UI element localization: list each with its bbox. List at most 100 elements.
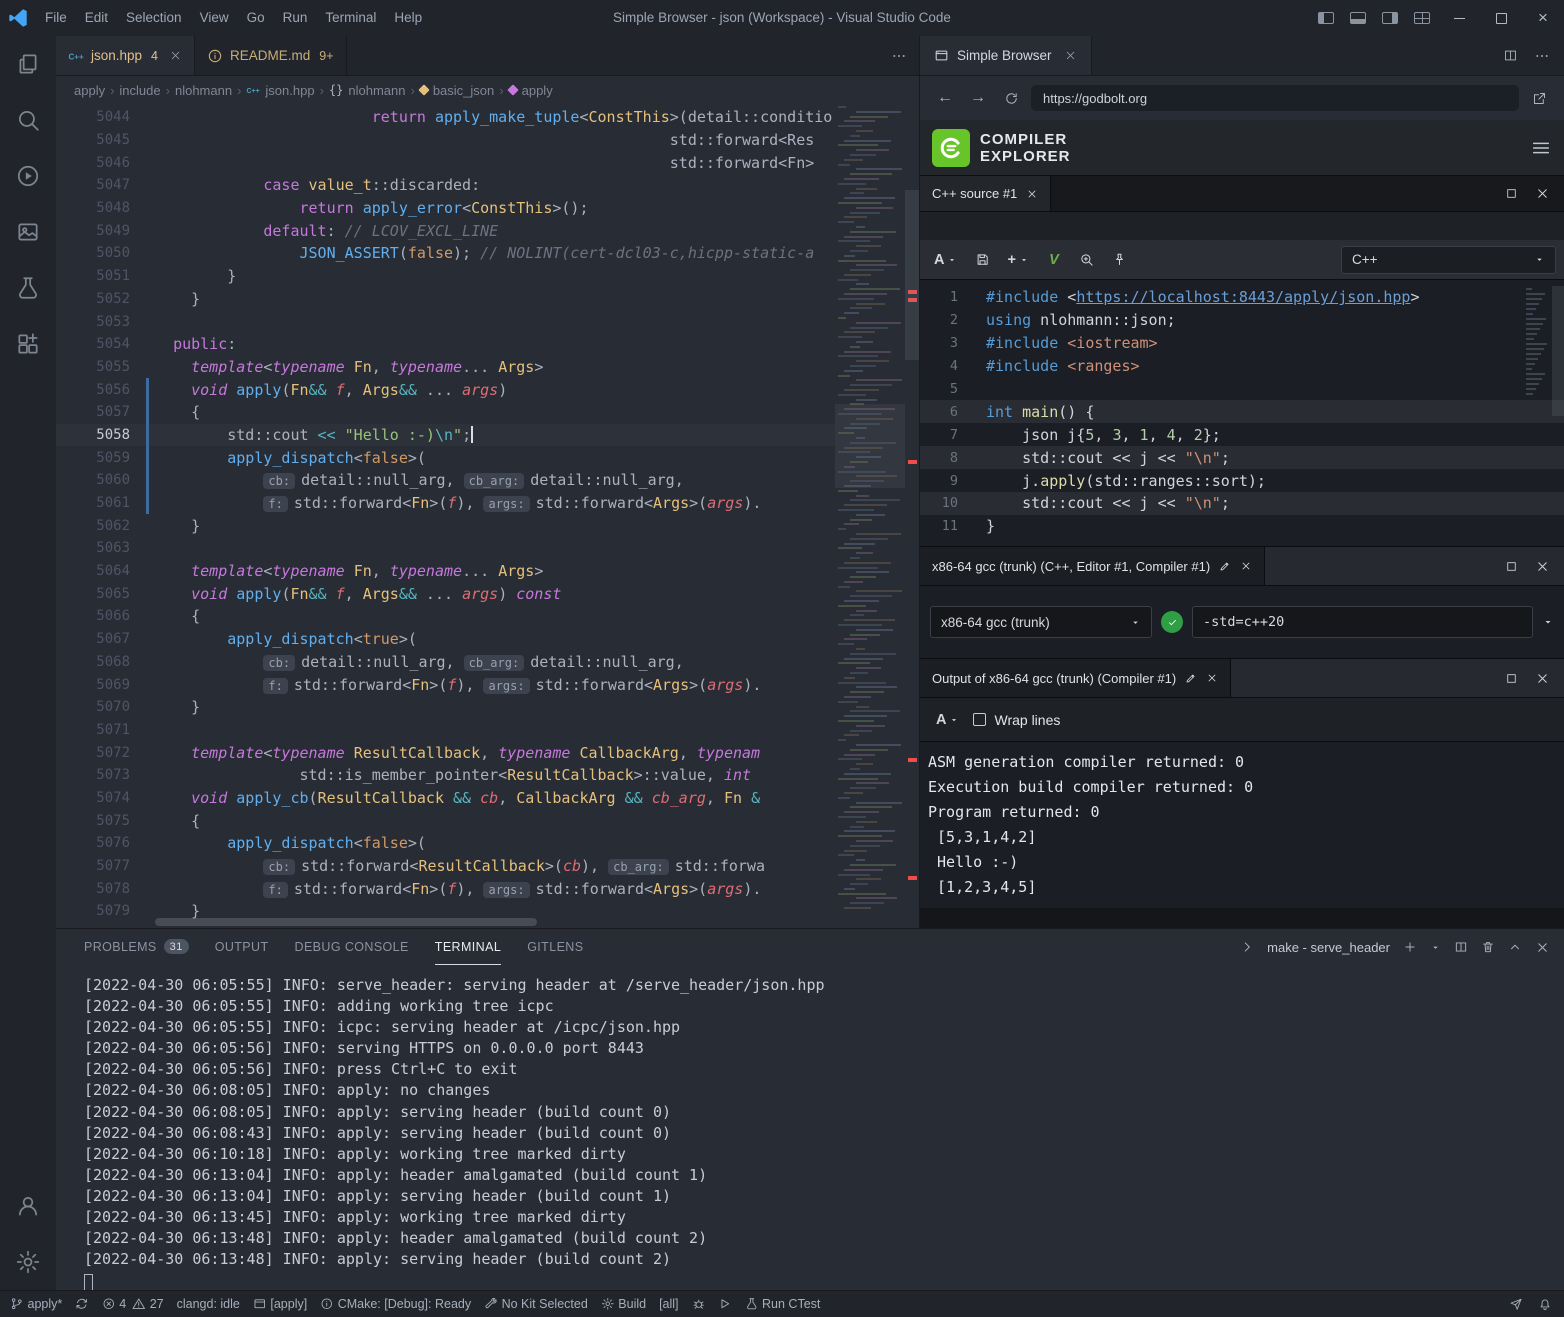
breadcrumb-item-nlohmann[interactable]: {}nlohmann <box>329 83 406 98</box>
close-panel-icon[interactable] <box>1535 940 1550 955</box>
maximize-panel-icon[interactable] <box>1508 940 1522 954</box>
more-actions-icon[interactable] <box>1534 48 1550 64</box>
tab-readme.md[interactable]: README.md9+ <box>195 36 347 75</box>
status-kit[interactable]: No Kit Selected <box>484 1291 588 1317</box>
tab-output[interactable]: Output of x86-64 gcc (trunk) (Compiler #… <box>920 659 1231 697</box>
new-terminal-icon[interactable] <box>1403 940 1417 954</box>
status-ctest[interactable]: Run CTest <box>745 1291 821 1317</box>
maximize-pane-icon[interactable] <box>1505 671 1518 686</box>
minimap[interactable] <box>838 106 902 914</box>
add-pane-button[interactable]: + <box>1001 246 1034 274</box>
ce-logo-text[interactable]: COMPILER EXPLORER <box>980 131 1071 165</box>
terminal[interactable]: [2022-04-30 06:05:55] INFO: serve_header… <box>56 965 1564 1291</box>
menu-edit[interactable]: Edit <box>76 0 117 36</box>
rename-icon[interactable] <box>1185 672 1197 684</box>
toggle-panel-icon[interactable] <box>1350 12 1366 24</box>
close-pane-icon[interactable] <box>1535 559 1550 574</box>
terminal-title[interactable]: make - serve_header <box>1267 940 1390 955</box>
toggle-secondary-sidebar-icon[interactable] <box>1382 12 1398 24</box>
customize-layout-icon[interactable] <box>1414 12 1430 24</box>
url-input[interactable]: https://godbolt.org <box>1031 85 1519 111</box>
menu-run[interactable]: Run <box>274 0 317 36</box>
font-size-button[interactable]: A <box>930 706 965 734</box>
status-sync[interactable] <box>75 1291 89 1317</box>
tab-compiler[interactable]: x86-64 gcc (trunk) (C++, Editor #1, Comp… <box>920 547 1265 585</box>
status-feedback[interactable] <box>1509 1291 1523 1317</box>
menu-selection[interactable]: Selection <box>117 0 191 36</box>
activity-debug[interactable] <box>0 148 56 204</box>
language-select[interactable]: C++ <box>1341 246 1556 274</box>
status-debug-target[interactable] <box>692 1291 706 1317</box>
maximize-button[interactable] <box>1480 0 1522 36</box>
compiler-select[interactable]: x86-64 gcc (trunk) <box>930 606 1152 638</box>
close-window-button[interactable]: × <box>1522 0 1564 36</box>
status-clangd[interactable]: clangd: idle <box>177 1291 240 1317</box>
menu-view[interactable]: View <box>191 0 238 36</box>
ce-source-editor[interactable]: 1#include <https://localhost:8443/apply/… <box>920 280 1564 546</box>
panel-tab-output[interactable]: OUTPUT <box>215 929 269 965</box>
open-external-icon[interactable] <box>1526 85 1552 111</box>
activity-account[interactable] <box>0 1178 56 1234</box>
status-notifications[interactable] <box>1538 1291 1552 1317</box>
save-icon[interactable] <box>968 246 996 274</box>
code-editor[interactable]: 5044 return apply_make_tuple<ConstThis>(… <box>56 104 919 928</box>
options-dropdown-icon[interactable] <box>1542 616 1554 628</box>
horizontal-scrollbar[interactable] <box>155 918 537 926</box>
close-icon[interactable] <box>1026 188 1038 200</box>
panel-tab-problems[interactable]: PROBLEMS31 <box>84 929 189 965</box>
panel-tab-gitlens[interactable]: GITLENS <box>527 929 583 965</box>
status-build[interactable]: Build <box>601 1291 646 1317</box>
tab-cpp-source[interactable]: C++ source #1 <box>920 176 1051 211</box>
menu-terminal[interactable]: Terminal <box>316 0 385 36</box>
forward-button[interactable]: → <box>965 85 991 111</box>
activity-extensions[interactable] <box>0 316 56 372</box>
activity-gear[interactable] <box>0 1234 56 1290</box>
breadcrumb-item-basic_json[interactable]: basic_json <box>420 83 494 98</box>
activity-explorer[interactable] <box>0 36 56 92</box>
pin-icon[interactable] <box>1106 246 1134 274</box>
breadcrumb-item-apply[interactable]: apply <box>509 83 553 98</box>
maximize-pane-icon[interactable] <box>1505 186 1518 201</box>
tab-json.hpp[interactable]: C++json.hpp4 <box>56 36 195 75</box>
kill-terminal-icon[interactable] <box>1481 940 1495 954</box>
reload-button[interactable] <box>998 85 1024 111</box>
rename-icon[interactable] <box>1219 560 1231 572</box>
font-size-button[interactable]: A <box>928 246 963 274</box>
close-icon[interactable] <box>1240 560 1252 572</box>
status-build-target[interactable]: [all] <box>659 1291 678 1317</box>
status-cmake-project[interactable]: [apply] <box>253 1291 307 1317</box>
activity-testing[interactable] <box>0 260 56 316</box>
split-editor-icon[interactable] <box>1503 48 1518 63</box>
more-actions-icon[interactable] <box>891 48 907 64</box>
status-branch[interactable]: apply* <box>10 1291 62 1317</box>
breadcrumb-item-nlohmann[interactable]: nlohmann <box>175 83 232 98</box>
menu-file[interactable]: File <box>36 0 76 36</box>
maximize-pane-icon[interactable] <box>1505 559 1518 574</box>
terminal-dropdown-icon[interactable] <box>1430 942 1441 953</box>
split-terminal-icon[interactable] <box>1454 940 1468 954</box>
breadcrumb-item-apply[interactable]: apply <box>74 83 105 98</box>
status-cmake-status[interactable]: CMake: [Debug]: Ready <box>320 1291 471 1317</box>
close-pane-icon[interactable] <box>1535 671 1550 686</box>
zoom-icon[interactable] <box>1073 246 1101 274</box>
activity-search[interactable] <box>0 92 56 148</box>
tab-simple-browser[interactable]: Simple Browser <box>920 36 1092 75</box>
menu-go[interactable]: Go <box>238 0 274 36</box>
status-launch[interactable] <box>718 1291 732 1317</box>
compiler-explorer-logo-icon[interactable] <box>932 129 970 167</box>
close-icon[interactable] <box>169 49 182 62</box>
vertical-scrollbar[interactable] <box>905 190 919 360</box>
close-icon[interactable] <box>1206 672 1218 684</box>
minimize-button[interactable] <box>1438 0 1480 36</box>
back-button[interactable]: ← <box>932 85 958 111</box>
panel-tab-debug-console[interactable]: DEBUG CONSOLE <box>295 929 409 965</box>
activity-media[interactable] <box>0 204 56 260</box>
compiler-options-input[interactable]: -std=c++20 <box>1192 606 1533 638</box>
hamburger-menu-icon[interactable] <box>1530 137 1552 159</box>
status-errors[interactable]: 4 <box>102 1291 126 1317</box>
close-icon[interactable] <box>1064 49 1077 62</box>
breadcrumb-item-include[interactable]: include <box>119 83 160 98</box>
wrap-lines-checkbox[interactable] <box>973 713 986 726</box>
panel-tab-terminal[interactable]: TERMINAL <box>435 929 501 965</box>
menu-help[interactable]: Help <box>385 0 431 36</box>
